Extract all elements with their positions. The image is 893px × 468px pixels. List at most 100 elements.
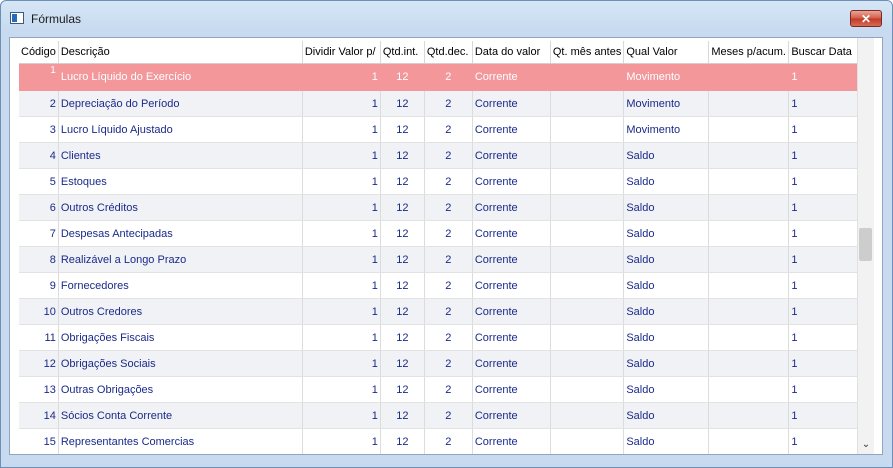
cell-qual-valor[interactable]: Saldo: [623, 298, 710, 325]
cell-qtd-dec[interactable]: 2: [424, 402, 473, 429]
cell-descricao[interactable]: Outras Obrigações: [58, 376, 303, 403]
cell-qtd-int[interactable]: 12: [380, 63, 425, 91]
cell-codigo[interactable]: 11: [19, 324, 59, 351]
cell-codigo[interactable]: 2: [19, 90, 59, 117]
cell-meses-acum[interactable]: [708, 63, 790, 91]
cell-descricao[interactable]: Fornecedores: [58, 272, 303, 299]
cell-meses-acum[interactable]: [708, 272, 790, 299]
cell-data-valor[interactable]: Corrente: [472, 63, 551, 91]
col-header-qtd-int[interactable]: Qtd.int.: [380, 41, 425, 64]
table-row[interactable]: 9 Fornecedores 1 12 2 Corrente Saldo 1: [19, 272, 860, 299]
cell-qual-valor[interactable]: Saldo: [623, 350, 710, 377]
cell-buscar-data[interactable]: 1: [788, 63, 860, 91]
table-row[interactable]: 2 Depreciação do Período 1 12 2 Corrente Movim…: [19, 90, 860, 117]
col-header-data-valor[interactable]: Data do valor: [472, 41, 551, 64]
col-header-buscar-data[interactable]: Buscar Data: [788, 41, 860, 64]
cell-qtd-dec[interactable]: 2: [424, 246, 473, 273]
cell-qual-valor[interactable]: Saldo: [623, 168, 710, 195]
cell-descricao[interactable]: Obrigações Fiscais: [58, 324, 303, 351]
cell-data-valor[interactable]: Corrente: [472, 116, 551, 143]
title-bar[interactable]: Fórmulas ✕: [1, 1, 892, 35]
cell-codigo[interactable]: 4: [19, 142, 59, 169]
cell-dividir-valor[interactable]: 1: [302, 350, 381, 377]
cell-qtd-dec[interactable]: 2: [424, 168, 473, 195]
cell-qtd-int[interactable]: 12: [380, 246, 425, 273]
cell-data-valor[interactable]: Corrente: [472, 428, 551, 454]
cell-qtd-dec[interactable]: 2: [424, 350, 473, 377]
cell-qtd-dec[interactable]: 2: [424, 142, 473, 169]
table-row[interactable]: 11 Obrigações Fiscais 1 12 2 Corrente Saldo 1: [19, 324, 860, 351]
cell-qt-mes-antes[interactable]: [550, 376, 625, 403]
cell-qual-valor[interactable]: Saldo: [623, 428, 710, 454]
cell-qt-mes-antes[interactable]: [550, 116, 625, 143]
cell-qtd-dec[interactable]: 2: [424, 116, 473, 143]
cell-qtd-dec[interactable]: 2: [424, 194, 473, 221]
cell-qtd-int[interactable]: 12: [380, 142, 425, 169]
col-header-meses-acum[interactable]: Meses p/acum.: [708, 41, 790, 64]
cell-codigo[interactable]: 8: [19, 246, 59, 273]
cell-buscar-data[interactable]: 1: [788, 90, 860, 117]
cell-meses-acum[interactable]: [708, 246, 790, 273]
cell-qt-mes-antes[interactable]: [550, 324, 625, 351]
cell-qtd-dec[interactable]: 2: [424, 90, 473, 117]
cell-meses-acum[interactable]: [708, 402, 790, 429]
cell-meses-acum[interactable]: [708, 298, 790, 325]
cell-qtd-int[interactable]: 12: [380, 168, 425, 195]
cell-codigo[interactable]: 9: [19, 272, 59, 299]
cell-codigo[interactable]: 13: [19, 376, 59, 403]
cell-descricao[interactable]: Obrigações Sociais: [58, 350, 303, 377]
table-row[interactable]: 7 Despesas Antecipadas 1 12 2 Corrente Saldo 1: [19, 220, 860, 247]
cell-qtd-dec[interactable]: 2: [424, 428, 473, 454]
cell-dividir-valor[interactable]: 1: [302, 428, 381, 454]
cell-meses-acum[interactable]: [708, 350, 790, 377]
cell-data-valor[interactable]: Corrente: [472, 168, 551, 195]
cell-qtd-int[interactable]: 12: [380, 350, 425, 377]
cell-qt-mes-antes[interactable]: [550, 272, 625, 299]
table-row[interactable]: 12 Obrigações Sociais 1 12 2 Corrente Saldo 1: [19, 350, 860, 377]
cell-qt-mes-antes[interactable]: [550, 298, 625, 325]
col-header-qual-valor[interactable]: Qual Valor: [623, 41, 710, 64]
cell-meses-acum[interactable]: [708, 90, 790, 117]
cell-descricao[interactable]: Representantes Comercias: [58, 428, 303, 454]
cell-buscar-data[interactable]: 1: [788, 168, 860, 195]
cell-qual-valor[interactable]: Movimento: [623, 90, 710, 117]
table-row[interactable]: 8 Realizável a Longo Prazo 1 12 2 Corrente Sal…: [19, 246, 860, 273]
cell-qtd-int[interactable]: 12: [380, 194, 425, 221]
cell-qual-valor[interactable]: Saldo: [623, 246, 710, 273]
cell-buscar-data[interactable]: 1: [788, 376, 860, 403]
close-button[interactable]: ✕: [850, 10, 882, 27]
cell-qual-valor[interactable]: Movimento: [623, 116, 710, 143]
cell-descricao[interactable]: Lucro Líquido Ajustado: [58, 116, 303, 143]
cell-qual-valor[interactable]: Saldo: [623, 220, 710, 247]
cell-qual-valor[interactable]: Saldo: [623, 142, 710, 169]
cell-codigo[interactable]: 5: [19, 168, 59, 195]
cell-meses-acum[interactable]: [708, 324, 790, 351]
cell-codigo[interactable]: 3: [19, 116, 59, 143]
cell-qtd-int[interactable]: 12: [380, 376, 425, 403]
table-row[interactable]: 14 Sócios Conta Corrente 1 12 2 Corrente Saldo…: [19, 402, 860, 429]
cell-qual-valor[interactable]: Saldo: [623, 324, 710, 351]
cell-meses-acum[interactable]: [708, 428, 790, 454]
cell-qtd-int[interactable]: 12: [380, 116, 425, 143]
col-header-dividir-valor[interactable]: Dividir Valor p/: [302, 41, 381, 64]
cell-qtd-int[interactable]: 12: [380, 428, 425, 454]
cell-qual-valor[interactable]: Saldo: [623, 402, 710, 429]
cell-dividir-valor[interactable]: 1: [302, 168, 381, 195]
cell-qtd-dec[interactable]: 2: [424, 272, 473, 299]
col-header-codigo[interactable]: Código: [19, 41, 59, 64]
table-row[interactable]: 10 Outros Credores 1 12 2 Corrente Saldo 1: [19, 298, 860, 325]
cell-descricao[interactable]: Outros Credores: [58, 298, 303, 325]
cell-descricao[interactable]: Lucro Líquido do Exercício: [58, 63, 303, 91]
cell-codigo[interactable]: 10: [19, 298, 59, 325]
cell-qt-mes-antes[interactable]: [550, 220, 625, 247]
cell-data-valor[interactable]: Corrente: [472, 220, 551, 247]
cell-data-valor[interactable]: Corrente: [472, 324, 551, 351]
cell-data-valor[interactable]: Corrente: [472, 272, 551, 299]
cell-codigo[interactable]: 15: [19, 428, 59, 454]
cell-data-valor[interactable]: Corrente: [472, 350, 551, 377]
cell-meses-acum[interactable]: [708, 376, 790, 403]
cell-qt-mes-antes[interactable]: [550, 402, 625, 429]
cell-qtd-dec[interactable]: 2: [424, 220, 473, 247]
cell-buscar-data[interactable]: 1: [788, 142, 860, 169]
cell-buscar-data[interactable]: 1: [788, 428, 860, 454]
